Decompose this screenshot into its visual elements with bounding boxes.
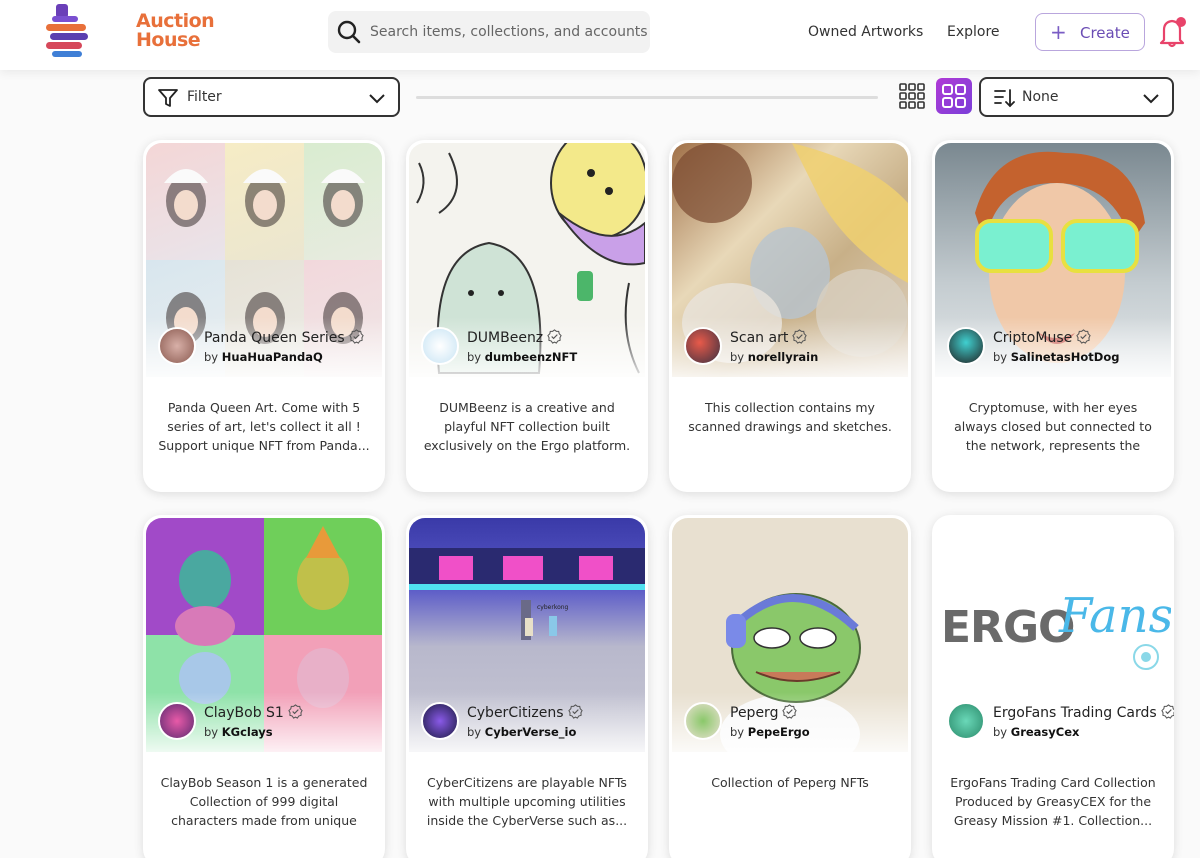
collection-name: ErgoFans Trading Cards (993, 705, 1157, 721)
plus-icon: + (1050, 20, 1067, 44)
top-bar: Auction House Search items, collections,… (0, 0, 1200, 70)
creator-name[interactable]: SalinetasHotDog (1011, 350, 1120, 364)
chevron-down-icon (369, 94, 385, 104)
greasy-badge-icon (1133, 644, 1159, 670)
collection-description: ErgoFans Trading Card Collection Produce… (950, 775, 1156, 828)
collection-card[interactable]: ERGO Fans ErgoFans Trading Cards by Grea… (932, 515, 1174, 858)
creator-avatar[interactable] (947, 327, 985, 365)
nav-explore[interactable]: Explore (947, 24, 1000, 40)
collection-name: Peperg (730, 705, 779, 721)
ergofans-wordmark-fans: Fans (1059, 588, 1171, 644)
collection-name: ClayBob S1 (204, 705, 284, 721)
by-label: by (467, 350, 482, 364)
sort-icon (994, 89, 1015, 108)
collection-description: DUMBeenz is a creative and playful NFT c… (423, 400, 631, 453)
collection-description: ClayBob Season 1 is a generated Collecti… (160, 775, 368, 828)
filter-label: Filter (187, 89, 222, 105)
collection-description: Collection of Peperg NFTs (711, 775, 869, 790)
creator-name[interactable]: KGclays (222, 725, 273, 739)
verified-badge-icon (792, 329, 808, 344)
creator-name[interactable]: GreasyCex (1011, 725, 1080, 739)
creator-avatar[interactable] (947, 702, 985, 740)
collection-name: CriptoMuse (993, 330, 1073, 346)
creator-avatar[interactable] (684, 327, 722, 365)
chevron-down-icon (1143, 94, 1159, 104)
toolbar-divider (416, 96, 878, 99)
collection-card[interactable]: cyberkong CyberCitizens by CyberVerse_io… (406, 515, 648, 858)
logo-text-line2: House (136, 29, 201, 51)
create-button[interactable]: + Create (1035, 13, 1145, 51)
creator-name[interactable]: HuaHuaPandaQ (222, 350, 323, 364)
collection-description: Cryptomuse, with her eyes always closed … (954, 400, 1152, 453)
sort-dropdown[interactable]: None (979, 77, 1174, 117)
by-label: by (993, 725, 1008, 739)
auction-house-logo[interactable]: Auction House (44, 2, 215, 60)
collection-card[interactable]: ClayBob S1 by KGclays ClayBob Season 1 i… (143, 515, 385, 858)
by-label: by (993, 350, 1008, 364)
grid-small-view-icon[interactable] (898, 82, 926, 110)
game-character-tag: cyberkong (537, 604, 569, 611)
grid-large-view-button[interactable] (936, 78, 972, 114)
collection-card[interactable]: CriptoMuse by SalinetasHotDog Cryptomuse… (932, 140, 1174, 492)
collection-card[interactable]: Scan art by norellyrain This collection … (669, 140, 911, 492)
search-input[interactable]: Search items, collections, and accounts (328, 11, 650, 53)
collection-name: Panda Queen Series (204, 330, 345, 346)
logo-mark-icon (46, 4, 88, 57)
verified-badge-icon (567, 704, 583, 719)
creator-avatar[interactable] (158, 702, 196, 740)
verified-badge-icon (1076, 329, 1091, 344)
grid-large-view-icon (942, 84, 966, 108)
creator-name[interactable]: CyberVerse_io (485, 725, 577, 739)
by-label: by (467, 725, 482, 739)
filter-dropdown[interactable]: Filter (143, 77, 400, 117)
by-label: by (204, 725, 219, 739)
creator-avatar[interactable] (684, 702, 722, 740)
notification-bell-icon[interactable] (1158, 16, 1188, 48)
creator-avatar[interactable] (158, 327, 196, 365)
funnel-icon (158, 89, 178, 107)
verified-badge-icon (547, 329, 562, 344)
collection-description: CyberCitizens are playable NFTs with mul… (426, 775, 628, 828)
verified-badge-icon (288, 704, 303, 719)
by-label: by (204, 350, 219, 364)
creator-name[interactable]: dumbeenzNFT (485, 350, 577, 364)
collection-name: Scan art (730, 330, 789, 346)
verified-badge-icon (348, 329, 364, 344)
creator-avatar[interactable] (421, 702, 459, 740)
creator-avatar[interactable] (421, 327, 459, 365)
search-icon (337, 20, 361, 44)
creator-name[interactable]: norellyrain (748, 350, 819, 364)
creator-name[interactable]: PepeErgo (748, 725, 810, 739)
verified-badge-icon (782, 704, 798, 719)
ergofans-wordmark-ergo: ERGO (941, 602, 1075, 653)
collection-card[interactable]: DUMBeenz by dumbeenzNFT DUMBeenz is a cr… (406, 140, 648, 492)
collection-name: DUMBeenz (467, 330, 544, 346)
collection-description: This collection contains my scanned draw… (688, 400, 892, 434)
search-placeholder: Search items, collections, and accounts (370, 24, 648, 40)
collection-card[interactable]: Peperg by PepeErgo Collection of Peperg … (669, 515, 911, 858)
create-button-label: Create (1080, 24, 1130, 42)
collection-name: CyberCitizens (467, 705, 564, 721)
verified-badge-icon (1160, 704, 1174, 719)
collection-description: Panda Queen Art. Come with 5 series of a… (158, 400, 370, 453)
by-label: by (730, 350, 745, 364)
sort-label: None (1022, 89, 1059, 105)
nav-owned-artworks[interactable]: Owned Artworks (808, 24, 923, 40)
by-label: by (730, 725, 745, 739)
collection-card[interactable]: Panda Queen Series by HuaHuaPandaQ Panda… (143, 140, 385, 492)
